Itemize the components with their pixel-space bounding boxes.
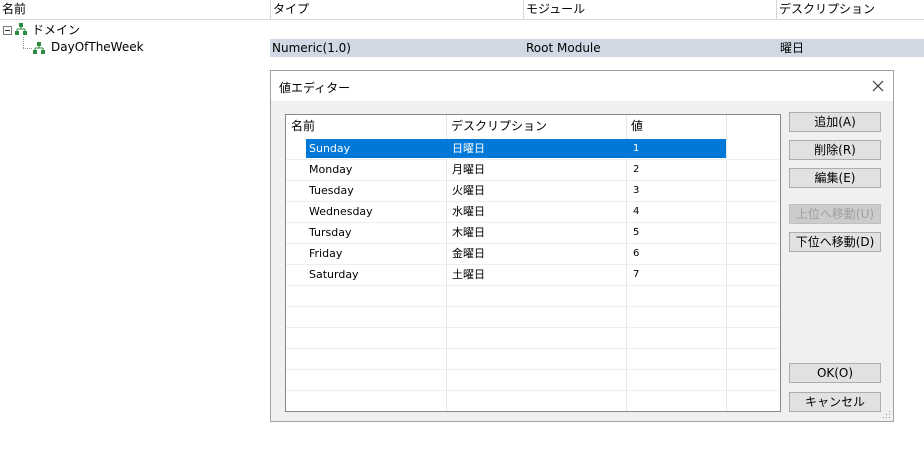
row-divider [286, 369, 780, 370]
cell-description: 月曜日 [452, 163, 485, 176]
cell-description: 木曜日 [452, 226, 485, 239]
cell-name: Tursday [309, 226, 352, 239]
cell-value: 2 [633, 164, 640, 175]
values-grid[interactable]: 名前 デスクリプション 値 Sunday 日曜日 1 Monday 月曜日 2 … [285, 114, 781, 412]
cell-description: 日曜日 [452, 142, 485, 155]
domain-tree-icon [15, 23, 27, 35]
column-header-name[interactable]: 名前 [0, 0, 270, 19]
column-header-module[interactable]: モジュール [523, 0, 776, 19]
tree-item-dayoftheweek[interactable]: DayOfTheWeek [51, 40, 144, 54]
cell-description: 金曜日 [452, 247, 485, 260]
table-row[interactable]: Wednesday 水曜日 4 [286, 201, 780, 222]
move-up-button[interactable]: 上位へ移動(U) [789, 204, 881, 224]
row-module: Root Module [526, 41, 601, 55]
grid-header-value[interactable]: 値 [626, 115, 726, 137]
collapse-toggle[interactable] [3, 26, 12, 35]
grid-header-name[interactable]: 名前 [286, 115, 446, 137]
table-row[interactable]: Tursday 木曜日 5 [286, 222, 780, 243]
cell-description: 土曜日 [452, 268, 485, 281]
close-icon[interactable] [869, 77, 887, 95]
table-row[interactable]: Sunday 日曜日 1 [286, 138, 780, 159]
domain-tree-icon [33, 42, 45, 54]
row-divider [286, 390, 780, 391]
cancel-button[interactable]: キャンセル [789, 392, 881, 412]
tree-root-label[interactable]: ドメイン [32, 21, 80, 38]
cell-value: 7 [633, 269, 640, 280]
cell-name: Tuesday [309, 184, 354, 197]
cell-value: 4 [633, 206, 640, 217]
add-button[interactable]: 追加(A) [789, 112, 881, 132]
dialog-title: 値エディター [279, 81, 351, 95]
selected-row[interactable]: Numeric(1.0) Root Module 曜日 [270, 39, 924, 57]
row-divider [286, 327, 780, 328]
delete-button[interactable]: 削除(R) [789, 140, 881, 160]
cell-name: Sunday [309, 142, 351, 155]
row-type: Numeric(1.0) [272, 41, 351, 55]
edit-button[interactable]: 編集(E) [789, 168, 881, 188]
cell-name: Wednesday [309, 205, 373, 218]
selection-highlight [306, 139, 726, 158]
cell-name: Saturday [309, 268, 359, 281]
table-row[interactable]: Monday 月曜日 2 [286, 159, 780, 180]
table-row[interactable]: Saturday 土曜日 7 [286, 264, 780, 285]
row-divider [286, 285, 780, 286]
column-header-type[interactable]: タイプ [270, 0, 523, 19]
value-editor-dialog: 値エディター 名前 デスクリプション 値 Sunday 日曜日 1 Monday… [270, 70, 894, 422]
cell-name: Friday [309, 247, 343, 260]
dialog-title-bar[interactable]: 値エディター [271, 71, 893, 101]
grid-header: 名前 デスクリプション 値 [286, 115, 780, 137]
grid-header-description[interactable]: デスクリプション [446, 115, 626, 137]
column-header: 名前 タイプ モジュール デスクリプション [0, 0, 924, 20]
cell-name: Monday [309, 163, 353, 176]
move-down-button[interactable]: 下位へ移動(D) [789, 232, 881, 252]
resize-grip-icon[interactable] [881, 409, 891, 419]
row-divider [286, 306, 780, 307]
row-divider [286, 348, 780, 349]
row-description: 曜日 [780, 41, 805, 55]
ok-button[interactable]: OK(O) [789, 363, 881, 383]
cell-value: 3 [633, 185, 640, 196]
cell-value: 6 [633, 248, 640, 259]
table-row[interactable]: Tuesday 火曜日 3 [286, 180, 780, 201]
cell-description: 火曜日 [452, 184, 485, 197]
column-header-description[interactable]: デスクリプション [776, 0, 924, 19]
tree-connector [23, 37, 24, 48]
cell-description: 水曜日 [452, 205, 485, 218]
cell-value: 5 [633, 227, 640, 238]
table-row[interactable]: Friday 金曜日 6 [286, 243, 780, 264]
cell-value: 1 [633, 143, 640, 154]
tree-connector [23, 48, 32, 49]
